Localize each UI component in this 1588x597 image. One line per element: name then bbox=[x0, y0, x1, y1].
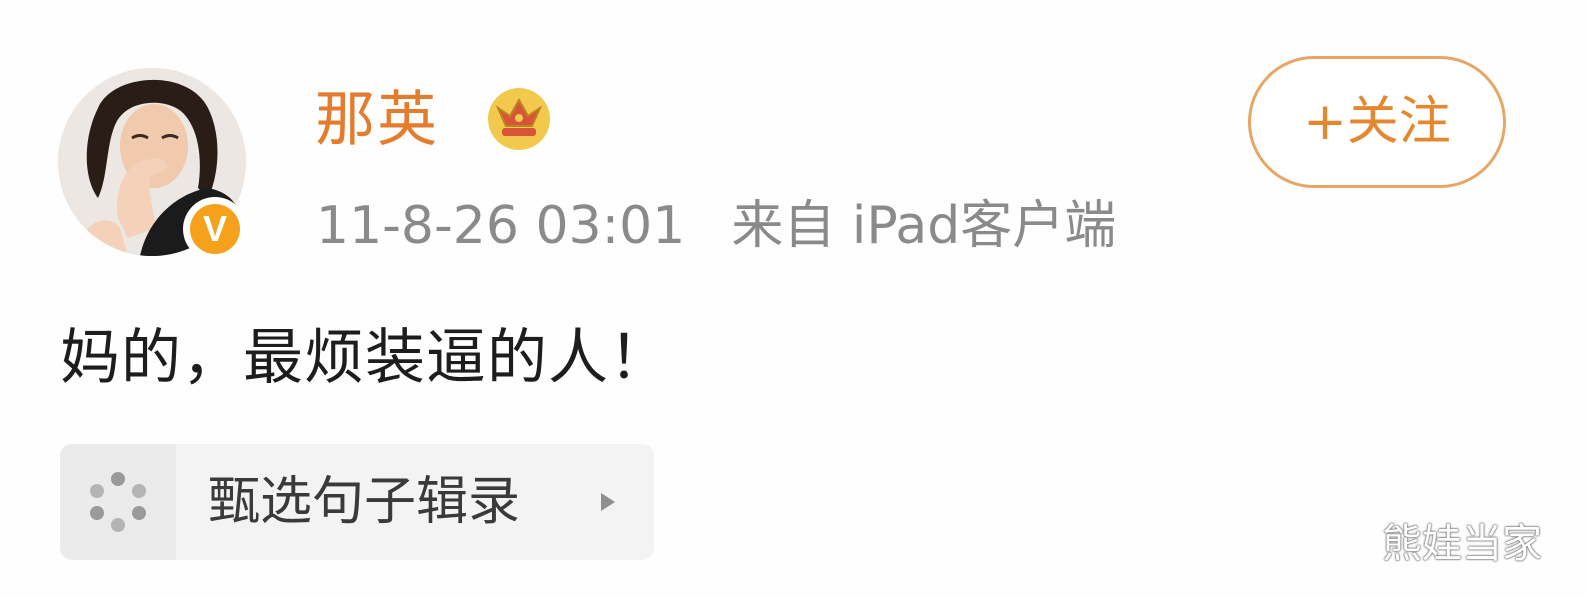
follow-button[interactable]: +关注 bbox=[1248, 56, 1506, 188]
triangle-right-icon bbox=[601, 493, 615, 511]
attachment-icon-box bbox=[60, 444, 176, 560]
pinwheel-icon bbox=[90, 472, 146, 532]
weibo-post: V 那英 11-8-26 03:01 来自 iPad客户端 +关注 妈的，最烦装逼… bbox=[0, 0, 1588, 597]
username[interactable]: 那英 bbox=[315, 80, 439, 160]
post-meta: 11-8-26 03:01 来自 iPad客户端 bbox=[316, 190, 1116, 262]
crown-icon bbox=[488, 88, 550, 150]
attachment-card[interactable]: 甄选句子辑录 bbox=[60, 444, 654, 560]
post-content: 妈的，最烦装逼的人！ bbox=[60, 323, 670, 393]
source-client[interactable]: 来自 iPad客户端 bbox=[731, 196, 1116, 256]
verified-v-badge-icon: V bbox=[183, 197, 247, 261]
attachment-label: 甄选句子辑录 bbox=[208, 472, 521, 532]
timestamp: 11-8-26 03:01 bbox=[316, 196, 686, 256]
watermark: 熊娃当家 bbox=[1382, 521, 1542, 567]
